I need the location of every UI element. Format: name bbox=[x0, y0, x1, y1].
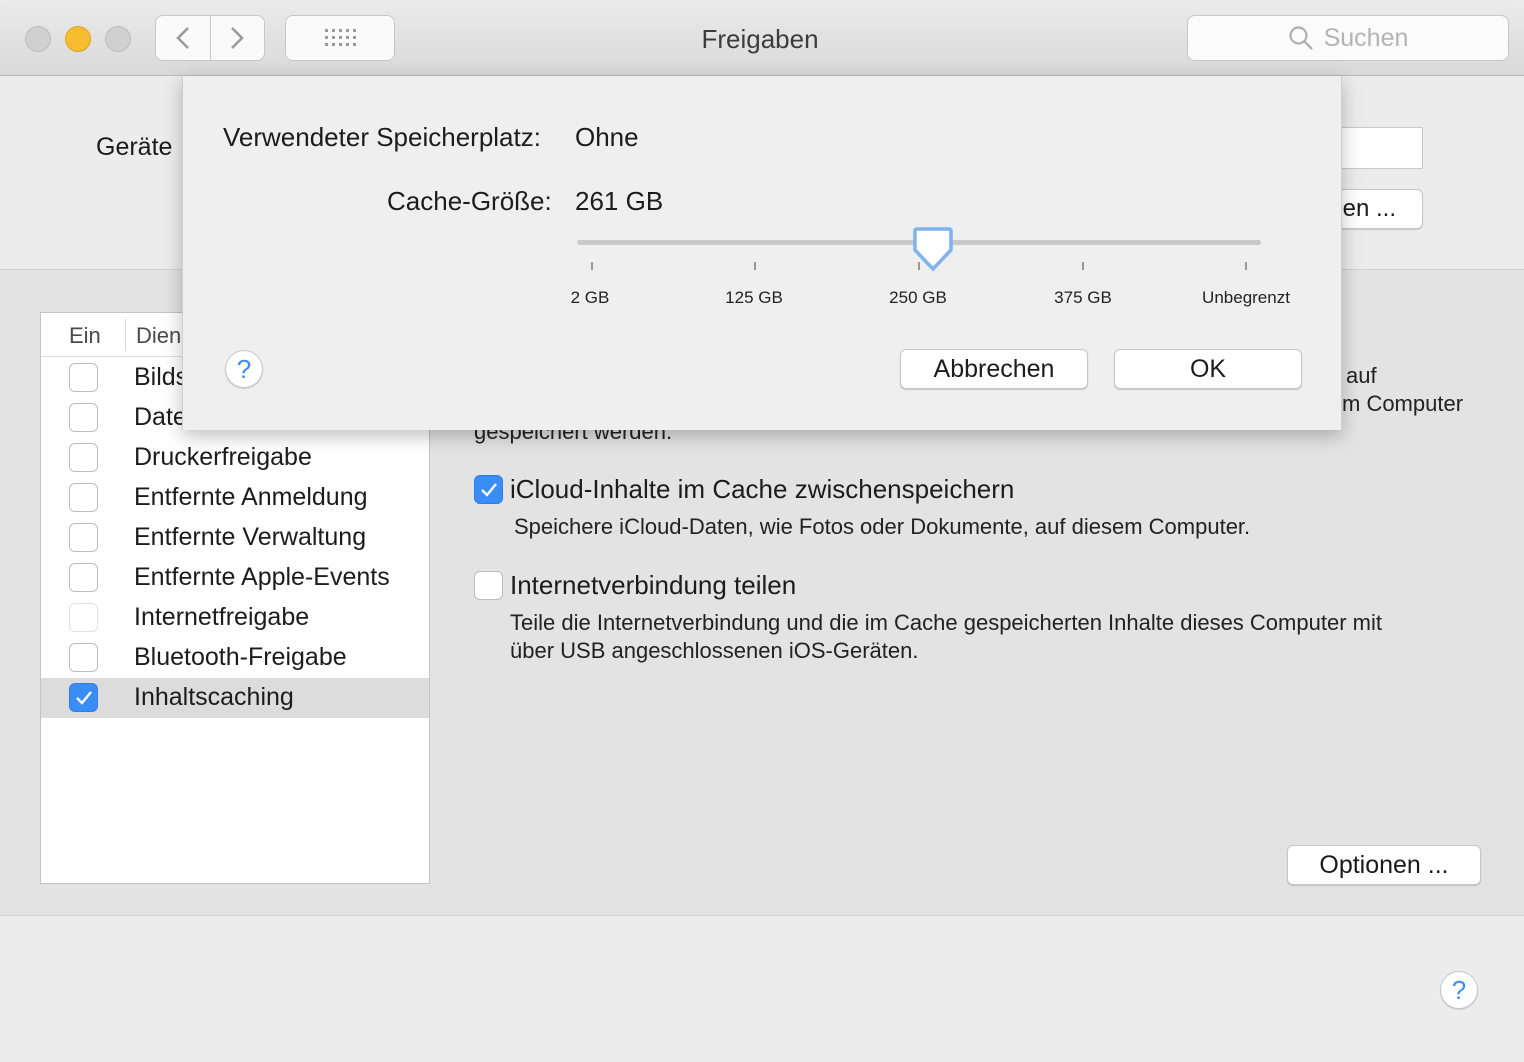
icloud-cache-checkbox[interactable] bbox=[474, 475, 503, 504]
slider-tick-label: Unbegrenzt bbox=[1202, 288, 1290, 307]
service-label: Internetfreigabe bbox=[134, 603, 310, 631]
chevron-right-icon bbox=[231, 27, 245, 49]
window-title: Freigaben bbox=[701, 24, 819, 54]
slider-tick bbox=[1082, 262, 1084, 270]
list-item[interactable]: Bluetooth-Freigabe bbox=[41, 638, 429, 678]
share-internet-description-line2: über USB angeschlossenen iOS-Geräten. bbox=[510, 638, 919, 663]
service-label: Entfernte Anmeldung bbox=[134, 483, 368, 511]
service-checkbox[interactable] bbox=[69, 443, 98, 472]
column-header-on[interactable]: Ein bbox=[69, 323, 101, 349]
list-item[interactable]: Internetfreigabe bbox=[41, 598, 429, 638]
service-label: Inhaltscaching bbox=[134, 683, 294, 711]
list-item[interactable]: Druckerfreigabe bbox=[41, 438, 429, 478]
forward-button[interactable] bbox=[209, 16, 265, 60]
slider-tick bbox=[1245, 262, 1247, 270]
used-storage-label: Verwendeter Speicherplatz: bbox=[223, 122, 541, 152]
checkmark-icon bbox=[480, 482, 497, 497]
service-checkbox[interactable] bbox=[69, 483, 98, 512]
search-icon bbox=[1288, 26, 1313, 50]
icloud-cache-description: Speichere iCloud-Daten, wie Fotos oder D… bbox=[514, 514, 1251, 539]
service-checkbox[interactable] bbox=[69, 563, 98, 592]
column-divider bbox=[125, 319, 126, 351]
slider-tick-label: 125 GB bbox=[725, 288, 783, 307]
service-checkbox[interactable] bbox=[69, 643, 98, 672]
service-label: Bluetooth-Freigabe bbox=[134, 643, 347, 671]
service-label: Druckerfreigabe bbox=[134, 443, 312, 471]
share-internet-label[interactable]: Internetverbindung teilen bbox=[510, 570, 796, 601]
description-fragment: auf bbox=[1346, 363, 1377, 388]
title-bar: Freigaben Suchen bbox=[0, 0, 1524, 76]
cache-size-sheet: Verwendeter Speicherplatz: Ohne Cache-Gr… bbox=[182, 76, 1342, 430]
grid-icon bbox=[325, 29, 356, 46]
slider-tick bbox=[754, 262, 756, 270]
cache-size-value: 261 GB bbox=[575, 186, 664, 216]
options-button[interactable]: Optionen ... bbox=[1287, 845, 1481, 885]
slider-tick bbox=[591, 262, 593, 270]
back-button[interactable] bbox=[156, 16, 210, 60]
device-name-label: Geräte bbox=[96, 133, 173, 161]
checkmark-icon bbox=[75, 690, 92, 705]
slider-tick-label: 2 GB bbox=[570, 288, 610, 307]
list-item[interactable]: Entfernte Apple-Events bbox=[41, 558, 429, 598]
share-internet-description-line1: Teile die Internetverbindung und die im … bbox=[510, 610, 1382, 635]
slider-tick bbox=[918, 262, 920, 270]
navigation-buttons bbox=[155, 15, 265, 61]
share-internet-checkbox[interactable] bbox=[474, 571, 503, 600]
sheet-help-button[interactable]: ? bbox=[225, 350, 263, 388]
chevron-left-icon bbox=[175, 27, 189, 49]
description-fragment: m Computer bbox=[1342, 391, 1464, 416]
help-button[interactable]: ? bbox=[1440, 971, 1478, 1009]
search-placeholder: Suchen bbox=[1323, 23, 1409, 52]
service-label: Entfernte Verwaltung bbox=[134, 523, 367, 551]
service-checkbox[interactable] bbox=[69, 523, 98, 552]
column-header-service[interactable]: Dien bbox=[136, 323, 181, 349]
minimize-window-button[interactable] bbox=[65, 26, 91, 52]
service-checkbox[interactable] bbox=[69, 603, 98, 632]
used-storage-value: Ohne bbox=[575, 122, 639, 152]
slider-tick-label: 375 GB bbox=[1054, 288, 1112, 307]
service-label: Date bbox=[134, 403, 187, 431]
ok-button[interactable]: OK bbox=[1114, 349, 1302, 389]
service-label: Bilds bbox=[134, 363, 189, 391]
list-item-selected[interactable]: Inhaltscaching bbox=[41, 678, 429, 718]
service-checkbox[interactable] bbox=[69, 403, 98, 432]
service-label: Entfernte Apple-Events bbox=[134, 563, 390, 591]
list-item[interactable]: Entfernte Verwaltung bbox=[41, 518, 429, 558]
cancel-button[interactable]: Abbrechen bbox=[900, 349, 1088, 389]
service-checkbox[interactable] bbox=[69, 363, 98, 392]
list-item[interactable]: Entfernte Anmeldung bbox=[41, 478, 429, 518]
icloud-cache-label[interactable]: iCloud-Inhalte im Cache zwischenspeicher… bbox=[510, 474, 1014, 505]
close-window-button[interactable] bbox=[25, 26, 51, 52]
show-all-button[interactable] bbox=[285, 15, 395, 61]
slider-tick-label: 250 GB bbox=[889, 288, 947, 307]
sharing-window: Freigaben Suchen Geräte en ... Ein Dien … bbox=[0, 0, 1524, 1062]
search-field[interactable]: Suchen bbox=[1187, 15, 1509, 61]
zoom-window-button[interactable] bbox=[105, 26, 131, 52]
service-checkbox[interactable] bbox=[69, 683, 98, 712]
cache-size-label: Cache-Größe: bbox=[387, 186, 552, 216]
